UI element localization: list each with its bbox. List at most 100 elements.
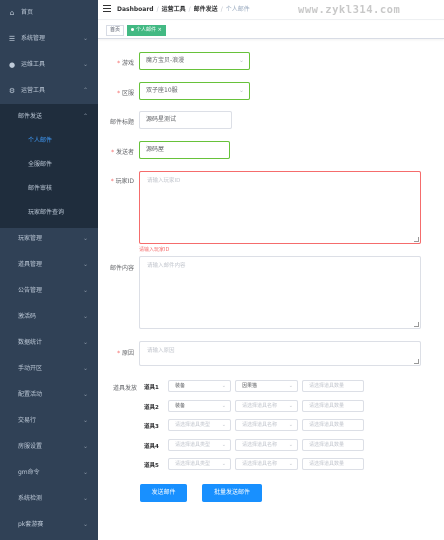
breadcrumb: Dashboard / 运营工具 / 邮件发送 / 个人邮件 xyxy=(117,6,250,13)
sidebar-item-label: 系统检测 xyxy=(18,495,43,502)
sidebar-item-section[interactable]: 房服设置 ⌄ xyxy=(0,434,98,460)
prop-label: 道具2 xyxy=(144,404,159,411)
sidebar-item-section[interactable]: 公告管理 ⌄ xyxy=(0,278,98,304)
prop-name-select[interactable]: 请选择道具名称 ⌄ xyxy=(235,399,298,412)
sidebar-item-label: 数据统计 xyxy=(18,339,43,346)
mail-content-textarea[interactable]: 请输入邮件内容 xyxy=(139,256,421,329)
sidebar-item-section[interactable]: 手动开区 ⌄ xyxy=(0,356,98,382)
server-select[interactable]: 双子座10服 ⌄ xyxy=(139,82,250,100)
chevron-down-icon: ⌄ xyxy=(238,57,244,64)
chevron-down-icon: ⌄ xyxy=(221,422,226,428)
sidebar-item-label: 道具管理 xyxy=(18,261,43,268)
tag-personal-mail[interactable]: 个人邮件 × xyxy=(127,25,166,36)
breadcrumb-item[interactable]: 邮件发送 xyxy=(194,6,218,13)
chevron-down-icon: ⌄ xyxy=(82,417,88,424)
prop-type-select[interactable]: 请选择道具类型 ⌄ xyxy=(168,458,231,470)
sidebar-item-label: 玩家管理 xyxy=(18,235,43,242)
prop-name-select[interactable]: 因果猫 ⌄ xyxy=(235,380,298,392)
sidebar-item-section[interactable]: 配置活动 ⌄ xyxy=(0,382,98,408)
sidebar-item-operation-tools[interactable]: ⚙ 运营工具 ⌃ xyxy=(0,78,98,104)
resize-handle-icon[interactable] xyxy=(414,237,419,242)
chevron-down-icon: ⌄ xyxy=(82,61,88,68)
mail-title-input[interactable]: 源码星测试 xyxy=(139,111,232,129)
send-mail-button[interactable]: 发送邮件 xyxy=(140,484,187,502)
sidebar-item-label: pk套游赛 xyxy=(18,521,44,528)
chevron-down-icon: ⌄ xyxy=(82,391,88,398)
sidebar-item-label: 手动开区 xyxy=(18,365,43,372)
sidebar-item-ops-tools[interactable]: ● 运维工具 ⌄ xyxy=(0,52,98,78)
chevron-down-icon: ⌄ xyxy=(238,87,244,94)
breadcrumb-item[interactable]: 运营工具 xyxy=(162,6,186,13)
sender-label: * 发送者 xyxy=(111,149,134,156)
batch-send-mail-button[interactable]: 批量发送邮件 xyxy=(202,484,262,502)
sidebar-item-label: 房服设置 xyxy=(18,443,43,450)
breadcrumb-item[interactable]: Dashboard xyxy=(117,6,154,13)
prop-type-select[interactable]: 装备 ⌄ xyxy=(168,399,231,412)
tag-home[interactable]: 首页 xyxy=(106,25,125,36)
reason-textarea[interactable]: 请输入原因 xyxy=(139,341,421,366)
sidebar-item-section[interactable]: 数据统计 ⌄ xyxy=(0,330,98,356)
prop-count-input[interactable]: 请选择道具数量 xyxy=(302,399,364,412)
chevron-down-icon: ⌄ xyxy=(82,35,88,42)
player-id-error: 请输入玩家ID xyxy=(139,247,170,253)
chevron-down-icon: ⌄ xyxy=(82,339,88,346)
sender-input[interactable]: 源码屋 xyxy=(139,141,230,159)
prop-type-select[interactable]: 请选择道具类型 ⌄ xyxy=(168,438,231,451)
chevron-down-icon: ⌄ xyxy=(221,461,226,467)
chevron-down-icon: ⌄ xyxy=(82,443,88,450)
player-id-textarea[interactable]: 请输入玩家ID xyxy=(139,171,421,244)
chevron-down-icon: ⌄ xyxy=(221,441,226,448)
sidebar-item-system[interactable]: ☰ 系统管理 ⌄ xyxy=(0,26,98,52)
prop-name-select[interactable]: 请选择道具名称 ⌄ xyxy=(235,419,298,431)
sidebar-item-personal-mail[interactable]: 个人邮件 xyxy=(0,128,98,154)
prop-type-select[interactable]: 请选择道具类型 ⌄ xyxy=(168,419,231,431)
mail-title-label: 邮件标题 xyxy=(109,119,134,126)
chevron-down-icon: ⌄ xyxy=(288,402,293,409)
submenu: 邮件发送 ⌃ 个人邮件 全服邮件 邮件审核 玩家邮件查询 xyxy=(0,104,98,228)
prop-name-select[interactable]: 请选择道具名称 ⌄ xyxy=(235,438,298,451)
sidebar-item-label: 运维工具 xyxy=(21,61,46,68)
sidebar-item-label: 个人邮件 xyxy=(28,137,53,144)
prop-label: 道具5 xyxy=(144,463,159,469)
chevron-down-icon: ⌄ xyxy=(82,469,88,476)
prop-count-input[interactable]: 请选择道具数量 xyxy=(302,380,364,392)
gear-icon: ⚙ xyxy=(8,87,16,95)
sidebar-item-section[interactable]: 玩家管理 ⌄ xyxy=(0,226,98,252)
prop-count-input[interactable]: 请选择道具数量 xyxy=(302,419,364,431)
hamburger-icon[interactable] xyxy=(103,5,111,12)
chevron-down-icon: ⌄ xyxy=(288,461,293,467)
prop-count-input[interactable]: 请选择道具数量 xyxy=(302,458,364,470)
chevron-down-icon: ⌄ xyxy=(82,287,88,294)
resize-handle-icon[interactable] xyxy=(414,322,419,327)
prop-label: 道具4 xyxy=(144,443,159,450)
sidebar-item-player-mail-query[interactable]: 玩家邮件查询 xyxy=(0,200,98,226)
chevron-down-icon: ⌄ xyxy=(288,441,293,448)
sidebar-item-mail-send[interactable]: 邮件发送 ⌃ xyxy=(0,104,98,130)
props-label: 道具发放 xyxy=(112,385,137,392)
chevron-down-icon: ⌄ xyxy=(82,261,88,268)
watermark: www.zykl314.com xyxy=(298,4,401,16)
list-icon: ☰ xyxy=(8,35,16,43)
chevron-down-icon: ⌄ xyxy=(82,521,88,528)
navbar: Dashboard / 运营工具 / 邮件发送 / 个人邮件 www.zykl314.com xyxy=(98,0,444,20)
sidebar-item-section[interactable]: gm命令 ⌄ xyxy=(0,460,98,486)
sidebar-item-home[interactable]: ⌂ 首页 xyxy=(0,0,98,26)
sidebar-item-section[interactable]: 激活码 ⌄ xyxy=(0,304,98,330)
sidebar-item-label: 运营工具 xyxy=(21,87,46,94)
sidebar-item-server-mail[interactable]: 全服邮件 xyxy=(0,152,98,178)
sidebar-item-section[interactable]: 道具管理 ⌄ xyxy=(0,252,98,278)
sidebar-item-mail-review[interactable]: 邮件审核 xyxy=(0,176,98,202)
sidebar-item-label: 系统管理 xyxy=(21,35,46,42)
sidebar-item-section[interactable]: 交易行 ⌄ xyxy=(0,408,98,434)
prop-type-select[interactable]: 装备 ⌄ xyxy=(168,380,231,392)
sidebar-item-section[interactable]: pk套游赛 ⌄ xyxy=(0,512,98,538)
sidebar-item-section[interactable]: 系统检测 ⌄ xyxy=(0,486,98,512)
game-label: * 游戏 xyxy=(117,60,134,67)
prop-name-select[interactable]: 请选择道具名称 ⌄ xyxy=(235,458,298,470)
chevron-down-icon: ⌄ xyxy=(82,495,88,502)
resize-handle-icon[interactable] xyxy=(414,359,419,364)
prop-count-input[interactable]: 请选择道具数量 xyxy=(302,438,364,451)
chevron-down-icon: ⌄ xyxy=(221,402,226,409)
reason-label: * 原因 xyxy=(117,350,134,357)
game-select[interactable]: 魔方宝贝-浪漫 ⌄ xyxy=(139,52,250,70)
